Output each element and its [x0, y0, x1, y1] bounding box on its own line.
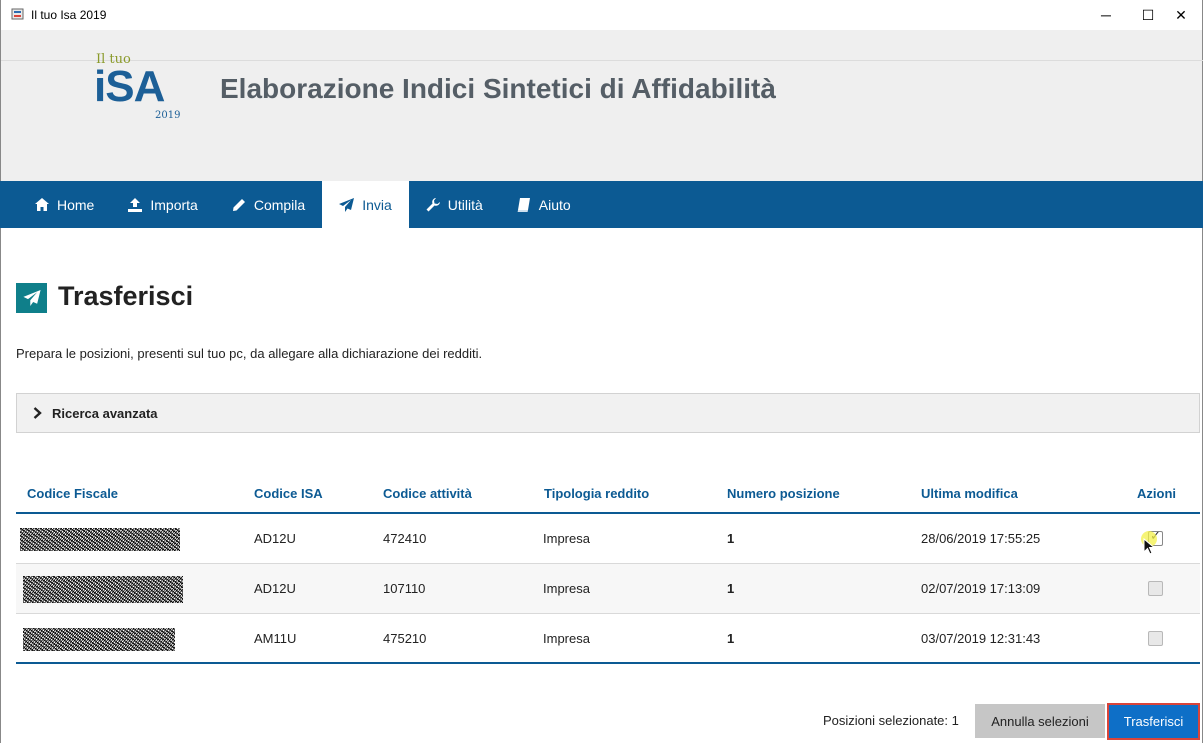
selected-count: Posizioni selezionate: 1 — [823, 713, 959, 728]
header-codice-fiscale[interactable]: Codice Fiscale — [27, 486, 118, 501]
cell-codice-attivita: 475210 — [383, 631, 427, 646]
window-border-left — [0, 228, 1, 743]
nav-compila-label: Compila — [253, 196, 306, 213]
cell-ultima-modifica: 28/06/2019 17:55:25 — [921, 531, 1041, 546]
nav-importa-label: Importa — [150, 196, 198, 213]
cell-codice-isa: AD12U — [254, 531, 296, 546]
nav-home-label: Home — [57, 196, 95, 213]
nav-home[interactable]: Home — [18, 181, 111, 228]
cell-codice-isa: AD12U — [254, 581, 296, 596]
header-tipologia-reddito[interactable]: Tipologia reddito — [544, 486, 649, 501]
row-select-checkbox[interactable] — [1148, 529, 1163, 546]
nav-utilita[interactable]: Utilità — [409, 181, 500, 228]
close-icon: ✕ — [1175, 6, 1187, 23]
cell-tipologia: Impresa — [543, 531, 590, 546]
advanced-search-toggle[interactable]: Ricerca avanzata — [16, 393, 1200, 433]
app-icon — [11, 8, 24, 20]
pencil-icon — [232, 198, 245, 211]
nav-importa[interactable]: Importa — [111, 181, 214, 228]
maximize-icon: ☐ — [1141, 6, 1155, 23]
redacted-codice-fiscale — [20, 528, 180, 551]
page-description: Prepara le posizioni, presenti sul tuo p… — [16, 346, 483, 361]
minimize-icon: ─ — [1101, 7, 1111, 23]
page-title-icon — [16, 283, 47, 313]
paper-plane-icon — [22, 290, 41, 306]
cell-codice-attivita: 107110 — [383, 581, 426, 596]
nav-compila[interactable]: Compila — [215, 181, 322, 228]
window-titlebar: Il tuo Isa 2019 ─ ☐ ✕ — [0, 0, 1203, 30]
table-row[interactable]: AD12U 472410 Impresa 1 28/06/2019 17:55:… — [16, 514, 1200, 564]
home-icon — [35, 198, 49, 211]
transfer-button[interactable]: Trasferisci — [1107, 703, 1200, 740]
cell-ultima-modifica: 03/07/2019 12:31:43 — [921, 631, 1041, 646]
header-ultima-modifica[interactable]: Ultima modifica — [921, 486, 1018, 501]
wrench-icon — [426, 197, 440, 211]
cell-codice-isa: AM11U — [254, 631, 297, 646]
cell-ultima-modifica: 02/07/2019 17:13:09 — [921, 581, 1041, 596]
redacted-codice-fiscale — [23, 628, 175, 651]
table-row[interactable]: AM11U 475210 Impresa 1 03/07/2019 12:31:… — [16, 614, 1200, 664]
nav-invia-label: Invia — [362, 196, 392, 213]
nav-aiuto-label: Aiuto — [538, 196, 571, 213]
cell-numero: 1 — [727, 581, 735, 596]
header-codice-attivita[interactable]: Codice attività — [383, 486, 472, 501]
logo-main-text: iSA — [94, 62, 165, 111]
cell-numero: 1 — [727, 631, 735, 646]
isa-logo: Il tuo iSA 2019 — [92, 52, 187, 124]
header-azioni: Azioni — [1137, 486, 1176, 501]
chevron-right-icon — [33, 407, 42, 419]
paper-plane-icon — [339, 197, 355, 212]
cell-tipologia: Impresa — [543, 581, 590, 596]
upload-icon — [128, 197, 143, 212]
page-title: Trasferisci — [58, 281, 194, 311]
cell-numero: 1 — [727, 531, 735, 546]
advanced-search-label: Ricerca avanzata — [52, 405, 158, 421]
header-numero-posizione[interactable]: Numero posizione — [727, 486, 840, 501]
clear-selection-button[interactable]: Annulla selezioni — [975, 704, 1105, 738]
app-heading: Elaborazione Indici Sintetici di Affidab… — [220, 73, 776, 104]
nav-invia[interactable]: Invia — [322, 181, 409, 228]
nav-utilita-label: Utilità — [447, 196, 483, 213]
minimize-button[interactable]: ─ — [1083, 0, 1129, 30]
window-title: Il tuo Isa 2019 — [31, 8, 107, 22]
row-select-checkbox[interactable] — [1148, 581, 1163, 596]
positions-table: Codice Fiscale Codice ISA Codice attivit… — [16, 475, 1200, 664]
cell-tipologia: Impresa — [543, 631, 590, 646]
book-icon — [517, 197, 530, 212]
cell-codice-attivita: 472410 — [383, 531, 427, 546]
table-header: Codice Fiscale Codice ISA Codice attivit… — [16, 475, 1200, 514]
close-button[interactable]: ✕ — [1158, 0, 1203, 30]
redacted-codice-fiscale — [23, 576, 183, 603]
main-nav: Home Importa Compila Invia Utilità Aiuto — [0, 181, 1203, 228]
header-codice-isa[interactable]: Codice ISA — [254, 486, 323, 501]
logo-year-text: 2019 — [155, 110, 181, 121]
table-row[interactable]: AD12U 107110 Impresa 1 02/07/2019 17:13:… — [16, 564, 1200, 614]
nav-aiuto[interactable]: Aiuto — [500, 181, 588, 228]
row-select-checkbox[interactable] — [1148, 631, 1163, 646]
